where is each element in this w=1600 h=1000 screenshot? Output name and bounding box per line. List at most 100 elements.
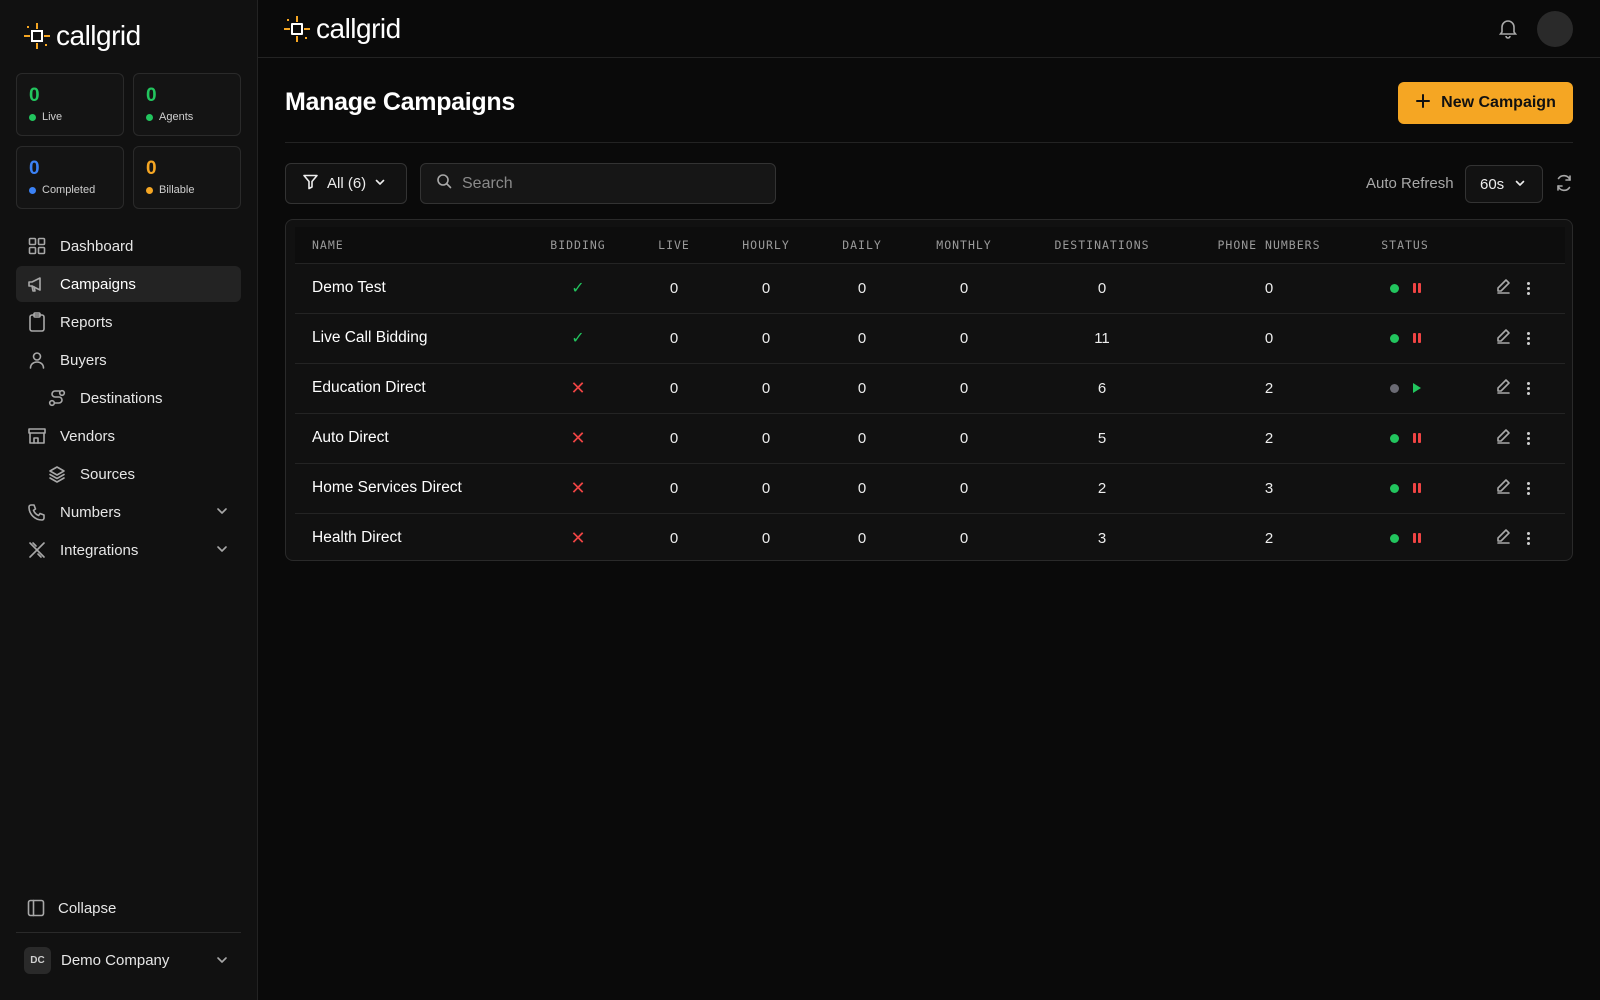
sidebar-item-vendors[interactable]: Vendors — [16, 418, 241, 454]
sidebar-item-numbers[interactable]: Numbers — [16, 494, 241, 530]
sidebar-item-dashboard[interactable]: Dashboard — [16, 228, 241, 264]
more-options-icon[interactable] — [1527, 531, 1530, 545]
status-dot — [29, 113, 36, 121]
pause-icon[interactable] — [1412, 533, 1421, 543]
campaign-name[interactable]: Demo Test — [295, 263, 528, 313]
status-dot — [146, 113, 153, 121]
user-avatar[interactable] — [1537, 11, 1573, 47]
brand-name: callgrid — [56, 20, 141, 51]
edit-icon[interactable] — [1495, 478, 1511, 498]
live-value: 0 — [669, 479, 679, 497]
campaign-name[interactable]: Live Call Bidding — [295, 313, 528, 363]
stat-billable-value: 0 — [146, 158, 157, 179]
hourly-value: 0 — [761, 529, 771, 547]
col-header-hourly[interactable]: HOURLY — [720, 227, 812, 263]
more-options-icon[interactable] — [1527, 281, 1530, 295]
sidebar-panel-icon — [27, 899, 45, 917]
sidebar-item-label: Numbers — [60, 503, 121, 521]
col-header-monthly[interactable]: MONTHLY — [912, 227, 1016, 263]
search-icon — [436, 173, 452, 194]
pause-icon[interactable] — [1412, 483, 1421, 493]
sidebar-item-integrations[interactable]: Integrations — [16, 532, 241, 568]
stat-live-value: 0 — [29, 85, 40, 106]
callgrid-logo-icon — [24, 23, 50, 49]
plus-icon — [1415, 93, 1431, 114]
search-input[interactable] — [462, 174, 762, 193]
destinations-value: 6 — [1097, 379, 1107, 397]
pause-icon[interactable] — [1412, 433, 1421, 443]
edit-icon[interactable] — [1495, 378, 1511, 398]
sidebar-item-sources[interactable]: Sources — [16, 456, 241, 492]
daily-value: 0 — [857, 529, 867, 547]
sidebar-item-label: Campaigns — [60, 275, 136, 293]
chevron-down-icon[interactable] — [215, 542, 229, 560]
col-header-status[interactable]: STATUS — [1350, 227, 1460, 263]
edit-icon[interactable] — [1495, 528, 1511, 548]
sidebar-item-label: Integrations — [60, 541, 139, 559]
bidding-check-icon: ✓ — [571, 280, 585, 297]
more-options-icon[interactable] — [1527, 481, 1530, 495]
more-options-icon[interactable] — [1527, 431, 1530, 445]
campaign-name[interactable]: Home Services Direct — [295, 463, 528, 513]
status-dot — [146, 186, 153, 194]
table-row[interactable]: Auto Direct ✕ 0 0 0 0 5 2 — [295, 413, 1565, 463]
table-row[interactable]: Demo Test ✓ 0 0 0 0 0 0 — [295, 263, 1565, 313]
sidebar-item-campaigns[interactable]: Campaigns — [16, 266, 241, 302]
stat-agents-value: 0 — [146, 85, 157, 106]
more-options-icon[interactable] — [1527, 331, 1530, 345]
col-header-daily[interactable]: DAILY — [812, 227, 912, 263]
play-icon[interactable] — [1412, 383, 1421, 393]
hourly-value: 0 — [761, 429, 771, 447]
sidebar-item-reports[interactable]: Reports — [16, 304, 241, 340]
col-header-destinations[interactable]: DESTINATIONS — [1016, 227, 1188, 263]
phone-numbers-value: 2 — [1264, 379, 1274, 397]
status-active-dot — [1389, 483, 1399, 493]
pause-icon[interactable] — [1412, 333, 1421, 343]
live-value: 0 — [669, 329, 679, 347]
col-header-bidding[interactable]: BIDDING — [528, 227, 628, 263]
header-logo[interactable]: callgrid — [284, 13, 401, 45]
campaign-name[interactable]: Health Direct — [295, 513, 528, 563]
search-box[interactable] — [420, 163, 776, 204]
collapse-button[interactable]: Collapse — [16, 890, 241, 926]
company-name: Demo Company — [61, 951, 170, 969]
status-paused-dot — [1389, 383, 1399, 393]
campaign-name[interactable]: Education Direct — [295, 363, 528, 413]
sidebar-item-destinations[interactable]: Destinations — [16, 380, 241, 416]
table-row[interactable]: Home Services Direct ✕ 0 0 0 0 2 3 — [295, 463, 1565, 513]
new-campaign-button[interactable]: New Campaign — [1398, 82, 1573, 124]
edit-icon[interactable] — [1495, 278, 1511, 298]
main-nav: Dashboard Campaigns Reports Buyers Desti… — [16, 228, 241, 570]
sidebar-logo[interactable]: callgrid — [24, 20, 141, 52]
route-icon — [47, 388, 67, 408]
col-header-live[interactable]: LIVE — [628, 227, 720, 263]
stat-agents-label: Agents — [159, 111, 194, 123]
filter-dropdown[interactable]: All (6) — [285, 163, 407, 204]
chevron-down-icon — [374, 175, 386, 192]
bidding-x-icon: ✕ — [570, 527, 586, 548]
pause-icon[interactable] — [1412, 283, 1421, 293]
bell-icon[interactable] — [1497, 17, 1519, 44]
auto-refresh-select[interactable]: 60s — [1465, 165, 1543, 203]
daily-value: 0 — [857, 379, 867, 397]
edit-icon[interactable] — [1495, 328, 1511, 348]
more-options-icon[interactable] — [1527, 381, 1530, 395]
col-header-phone-numbers[interactable]: PHONE NUMBERS — [1188, 227, 1350, 263]
sidebar-item-label: Reports — [60, 313, 113, 331]
campaign-name[interactable]: Auto Direct — [295, 413, 528, 463]
collapse-label: Collapse — [58, 899, 117, 917]
hourly-value: 0 — [761, 329, 771, 347]
monthly-value: 0 — [959, 429, 969, 447]
edit-icon[interactable] — [1495, 428, 1511, 448]
phone-numbers-value: 0 — [1264, 279, 1274, 297]
chevron-down-icon[interactable] — [215, 504, 229, 522]
sidebar-item-buyers[interactable]: Buyers — [16, 342, 241, 378]
chevron-down-icon — [215, 953, 229, 971]
company-switcher[interactable]: DC Demo Company — [16, 940, 241, 980]
stat-completed-label: Completed — [42, 184, 96, 196]
table-row[interactable]: Live Call Bidding ✓ 0 0 0 0 11 0 — [295, 313, 1565, 363]
refresh-icon[interactable] — [1555, 174, 1573, 197]
table-row[interactable]: Education Direct ✕ 0 0 0 0 6 2 — [295, 363, 1565, 413]
table-row[interactable]: Health Direct ✕ 0 0 0 0 3 2 — [295, 513, 1565, 563]
col-header-name[interactable]: NAME — [295, 227, 528, 263]
